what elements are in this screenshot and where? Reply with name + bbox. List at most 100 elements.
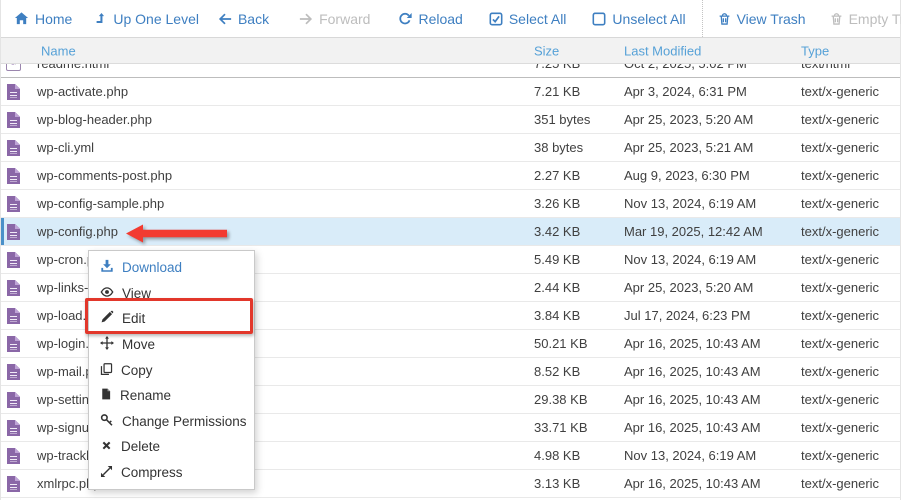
menu-item-compress[interactable]: Compress (89, 460, 254, 486)
file-size: 8.52 KB (534, 358, 580, 386)
menu-item-label: Download (122, 260, 182, 275)
file-modified: Apr 25, 2023, 5:20 AM (624, 106, 753, 134)
back-arrow-icon (218, 12, 232, 26)
file-icon (7, 280, 20, 296)
table-row[interactable]: wp-cli.yml 38 bytes Apr 25, 2023, 5:21 A… (1, 134, 900, 162)
table-row-selected[interactable]: wp-config.php 3.42 KB Mar 19, 2025, 12:4… (1, 218, 900, 246)
menu-item-move[interactable]: Move (89, 332, 254, 358)
file-size: 7.21 KB (534, 78, 580, 106)
toolbar-button-reload[interactable]: Reload (398, 11, 462, 27)
file-type: text/x-generic (801, 274, 879, 302)
file-modified: Nov 13, 2024, 6:19 AM (624, 246, 756, 274)
file-size: 3.13 KB (534, 470, 580, 498)
menu-item-view[interactable]: View (89, 281, 254, 307)
menu-item-label: Change Permissions (122, 414, 247, 429)
move-icon (100, 336, 114, 353)
context-menu: Download View Edit Move Copy Rename Chan… (88, 250, 255, 490)
menu-item-label: Rename (120, 388, 171, 403)
file-type: text/x-generic (801, 78, 879, 106)
file-size: 2.44 KB (534, 274, 580, 302)
menu-item-copy[interactable]: Copy (89, 357, 254, 383)
file-icon (7, 448, 20, 464)
file-size: 4.98 KB (534, 442, 580, 470)
toolbar-button-label: Up One Level (113, 11, 199, 27)
file-icon (7, 168, 20, 184)
toolbar-button-back[interactable]: Back (218, 11, 269, 27)
file-modified: Aug 9, 2023, 6:30 PM (624, 162, 750, 190)
file-modified: Apr 16, 2025, 10:43 AM (624, 386, 761, 414)
level-up-icon (94, 12, 107, 25)
file-modified: Apr 16, 2025, 10:43 AM (624, 330, 761, 358)
menu-item-label: View (122, 286, 151, 301)
file-type: text/html (801, 64, 850, 78)
file-size: 3.26 KB (534, 190, 580, 218)
toolbar-button-view-trash[interactable]: View Trash (718, 11, 806, 27)
pencil-icon (100, 310, 114, 327)
file-size: 3.84 KB (534, 302, 580, 330)
column-header-size[interactable]: Size (534, 43, 559, 58)
toolbar-button-select-all[interactable]: Select All (489, 11, 567, 27)
file-modified: Apr 25, 2023, 5:21 AM (624, 134, 753, 162)
file-modified: Nov 13, 2024, 6:19 AM (624, 190, 756, 218)
file-size: 3.42 KB (534, 218, 580, 246)
home-icon (14, 11, 29, 26)
file-size: 38 bytes (534, 134, 583, 162)
toolbar-button-label: Back (238, 11, 269, 27)
toolbar-button-home[interactable]: Home (14, 11, 72, 27)
file-name: wp-comments-post.php (37, 162, 172, 190)
toolbar-button-label: Unselect All (612, 11, 685, 27)
file-icon (7, 252, 20, 268)
compress-icon (100, 465, 113, 481)
file-type: text/x-generic (801, 414, 879, 442)
menu-item-change-permissions[interactable]: Change Permissions (89, 409, 254, 435)
file-modified: Apr 16, 2025, 10:43 AM (624, 470, 761, 498)
toolbar-button-label: Reload (418, 11, 462, 27)
toolbar-button-label: Home (35, 11, 72, 27)
key-icon (100, 413, 114, 430)
file-name: wp-cli.yml (37, 134, 94, 162)
file-icon (7, 364, 20, 380)
trash-icon (830, 12, 843, 26)
file-size: 29.38 KB (534, 386, 588, 414)
menu-item-label: Edit (122, 311, 145, 326)
file-modified: Nov 13, 2024, 6:19 AM (624, 442, 756, 470)
table-row[interactable]: wp-config-sample.php 3.26 KB Nov 13, 202… (1, 190, 900, 218)
file-name: wp-blog-header.php (37, 106, 152, 134)
table-row[interactable]: wp-activate.php 7.21 KB Apr 3, 2024, 6:3… (1, 78, 900, 106)
menu-item-download[interactable]: Download (89, 255, 254, 281)
file-icon (7, 476, 20, 492)
file-name: wp-activate.php (37, 78, 128, 106)
toolbar-button-forward: Forward (299, 11, 370, 27)
checkbox-checked-icon (489, 12, 503, 26)
file-icon (7, 112, 20, 128)
file-size: 351 bytes (534, 106, 590, 134)
table-row[interactable]: </> readme.html 7.25 KB Oct 2, 2025, 5:0… (1, 64, 900, 78)
file-type: text/x-generic (801, 470, 879, 498)
file-icon (7, 140, 20, 156)
file-type: text/x-generic (801, 190, 879, 218)
reload-icon (398, 12, 412, 26)
menu-item-edit[interactable]: Edit (89, 306, 254, 332)
html-file-icon: </> (6, 64, 21, 71)
file-name: wp-config-sample.php (37, 190, 164, 218)
column-header-type[interactable]: Type (801, 43, 829, 58)
toolbar: Home Up One Level Back Forward Reload Se… (1, 0, 900, 38)
toolbar-button-label: Select All (509, 11, 567, 27)
column-header-last-modified[interactable]: Last Modified (624, 43, 701, 58)
menu-item-delete[interactable]: Delete (89, 434, 254, 460)
table-row[interactable]: wp-blog-header.php 351 bytes Apr 25, 202… (1, 106, 900, 134)
file-modified: Jul 17, 2024, 6:23 PM (624, 302, 750, 330)
trash-icon (718, 12, 731, 26)
file-type: text/x-generic (801, 358, 879, 386)
table-row[interactable]: wp-comments-post.php 2.27 KB Aug 9, 2023… (1, 162, 900, 190)
toolbar-button-unselect-all[interactable]: Unselect All (592, 11, 685, 27)
file-type: text/x-generic (801, 246, 879, 274)
toolbar-button-up-one-level[interactable]: Up One Level (94, 11, 199, 27)
file-size: 7.25 KB (534, 64, 580, 78)
menu-item-rename[interactable]: Rename (89, 383, 254, 409)
file-type: text/x-generic (801, 302, 879, 330)
forward-arrow-icon (299, 12, 313, 26)
file-icon (100, 387, 112, 404)
table-header: Name Size Last Modified Type (1, 38, 900, 64)
column-header-name[interactable]: Name (41, 43, 76, 58)
